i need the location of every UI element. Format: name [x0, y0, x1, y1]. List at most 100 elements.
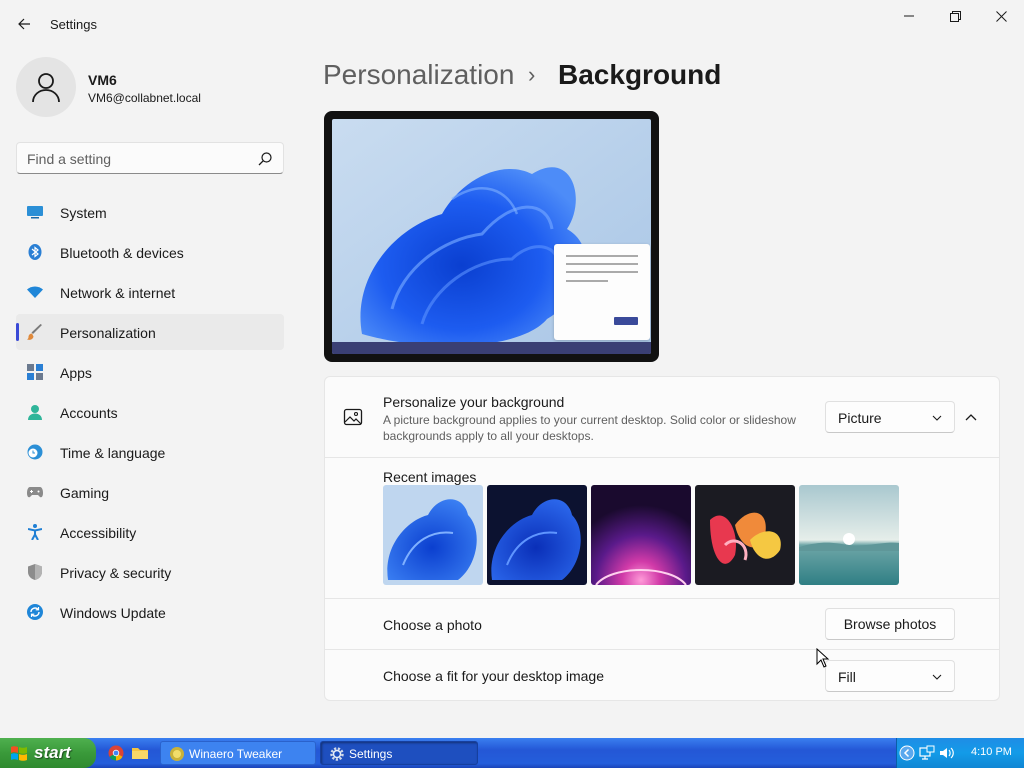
choose-photo-label: Choose a photo [383, 617, 482, 633]
sidebar-item-network[interactable]: Network & internet [16, 274, 284, 310]
user-email: VM6@collabnet.local [88, 91, 201, 105]
network-icon[interactable] [919, 745, 935, 761]
background-title: Personalize your background [383, 394, 565, 410]
browse-photos-button[interactable]: Browse photos [825, 608, 955, 640]
active-indicator [16, 323, 19, 341]
folder-icon[interactable] [132, 745, 148, 761]
fit-dropdown[interactable]: Fill [825, 660, 955, 692]
user-name: VM6 [88, 72, 117, 88]
close-icon [995, 10, 1007, 22]
sidebar-item-time-language[interactable]: Time & language [16, 434, 284, 470]
choose-photo-row: Choose a photo Browse photos [324, 598, 1000, 650]
title-bar: Settings [0, 0, 1024, 48]
page-title: Background [558, 59, 722, 90]
sidebar-item-label: Privacy & security [60, 565, 172, 581]
wifi-icon [27, 284, 43, 300]
sidebar-item-label: Accounts [60, 405, 118, 421]
task-button-winaero-tweaker[interactable]: Winaero Tweaker [160, 741, 316, 765]
system-icon [27, 204, 43, 220]
windows-flag-icon [11, 746, 27, 761]
fit-row: Choose a fit for your desktop image Fill [324, 649, 1000, 701]
brush-icon [27, 324, 43, 340]
update-icon [27, 604, 43, 620]
picture-icon [343, 408, 363, 426]
fit-label: Choose a fit for your desktop image [383, 668, 605, 684]
back-button[interactable] [12, 10, 36, 38]
task-label: Winaero Tweaker [189, 747, 283, 761]
taskbar: start Winaero Tweaker Settings 4:10 PM [0, 738, 1024, 768]
user-icon [32, 73, 60, 103]
sidebar-item-label: Network & internet [60, 285, 176, 301]
sidebar-item-label: Accessibility [60, 525, 137, 541]
search-box[interactable] [16, 142, 284, 174]
minimize-icon [904, 15, 914, 17]
sidebar-nav: System Bluetooth & devices Network & int… [16, 194, 284, 634]
gear-icon [330, 747, 344, 761]
apps-icon [27, 364, 43, 380]
close-button[interactable] [978, 0, 1024, 32]
breadcrumb-parent[interactable]: Personalization [323, 59, 514, 91]
sidebar-item-apps[interactable]: Apps [16, 354, 284, 390]
desktop-preview [324, 111, 659, 362]
background-type-dropdown[interactable]: Picture [825, 401, 955, 433]
background-type-value: Picture [838, 410, 882, 426]
breadcrumb-separator: › [528, 62, 536, 87]
arrow-left-icon [18, 18, 30, 30]
accessibility-icon [27, 524, 43, 540]
winaero-icon [170, 747, 184, 761]
avatar[interactable] [16, 57, 76, 117]
recent-images-card: Recent images [324, 457, 1000, 599]
background-description: A picture background applies to your cur… [383, 413, 796, 443]
minimize-button[interactable] [886, 0, 932, 32]
shield-icon [27, 564, 43, 580]
search-icon[interactable] [257, 151, 273, 167]
preview-window [554, 244, 650, 340]
sidebar-item-label: Apps [60, 365, 92, 381]
chevron-down-icon [932, 674, 942, 680]
app-title: Settings [50, 17, 97, 32]
chevron-left-icon[interactable] [899, 745, 915, 761]
start-label: start [34, 743, 71, 762]
sidebar-item-label: Windows Update [60, 605, 166, 621]
sidebar-item-accessibility[interactable]: Accessibility [16, 514, 284, 550]
recent-images-label: Recent images [383, 469, 477, 485]
chevron-down-icon [932, 415, 942, 421]
chevron-up-icon[interactable] [961, 407, 981, 427]
bluetooth-icon [27, 244, 43, 260]
recent-image-thumb[interactable] [695, 485, 795, 585]
maximize-button[interactable] [932, 0, 978, 32]
sidebar-item-label: System [60, 205, 107, 221]
fit-value: Fill [838, 669, 856, 685]
gamepad-icon [27, 484, 43, 500]
recent-image-thumb[interactable] [591, 485, 691, 585]
sidebar-item-windows-update[interactable]: Windows Update [16, 594, 284, 630]
recent-image-thumb[interactable] [383, 485, 483, 585]
clock: 4:10 PM [971, 746, 1012, 758]
recent-image-thumb[interactable] [799, 485, 899, 585]
background-type-card: Personalize your background A picture ba… [324, 376, 1000, 458]
mouse-cursor-icon [816, 648, 830, 668]
sidebar-item-label: Bluetooth & devices [60, 245, 184, 261]
sidebar-item-gaming[interactable]: Gaming [16, 474, 284, 510]
sidebar-item-accounts[interactable]: Accounts [16, 394, 284, 430]
sidebar-item-label: Time & language [60, 445, 166, 461]
start-button[interactable]: start [0, 738, 96, 768]
task-label: Settings [349, 747, 393, 761]
chrome-icon[interactable] [108, 745, 124, 761]
preview-wallpaper [332, 119, 651, 354]
sidebar-item-label: Personalization [60, 325, 156, 341]
sidebar-item-system[interactable]: System [16, 194, 284, 230]
maximize-icon [949, 10, 961, 22]
sidebar-item-privacy[interactable]: Privacy & security [16, 554, 284, 590]
recent-image-thumb[interactable] [487, 485, 587, 585]
system-tray: 4:10 PM [896, 738, 1024, 768]
sidebar-item-personalization[interactable]: Personalization [16, 314, 284, 350]
search-input[interactable] [27, 149, 247, 169]
preview-taskbar [332, 342, 651, 354]
sidebar-item-bluetooth[interactable]: Bluetooth & devices [16, 234, 284, 270]
accounts-icon [27, 404, 43, 420]
task-button-settings[interactable]: Settings [320, 741, 478, 765]
sidebar-item-label: Gaming [60, 485, 110, 501]
volume-icon[interactable] [939, 745, 955, 761]
clock-globe-icon [27, 444, 43, 460]
